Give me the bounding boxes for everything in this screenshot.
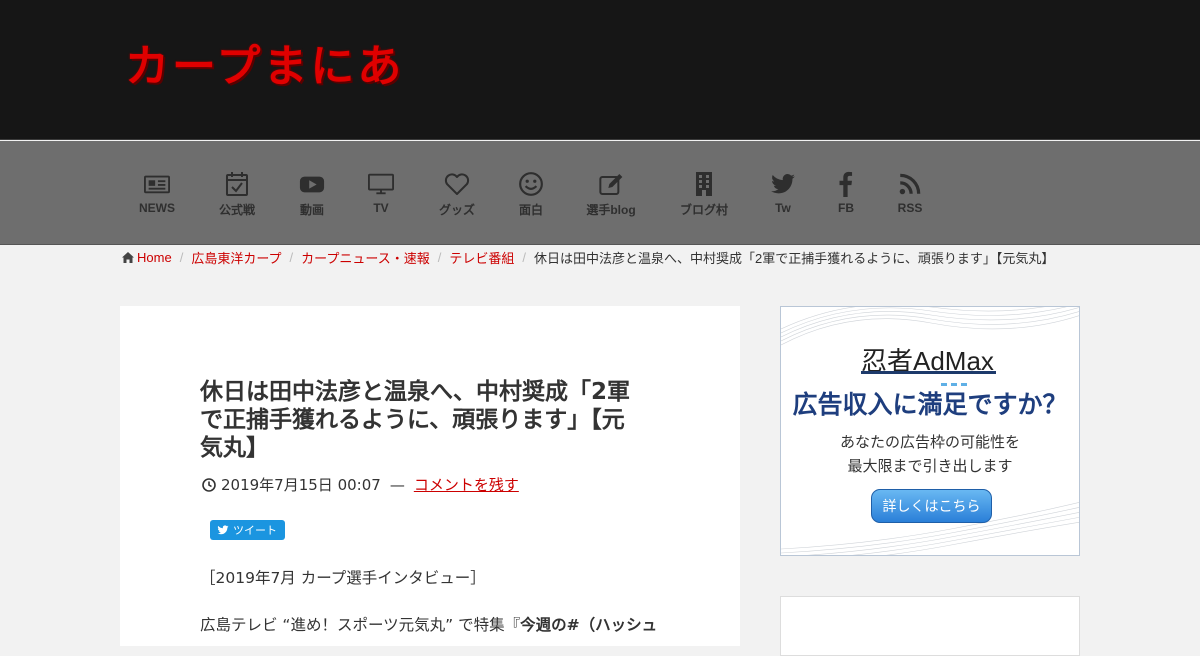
comment-link[interactable]: コメントを残す [414, 474, 519, 495]
nav-label: 公式戦 [218, 203, 256, 217]
sidebar-widget [780, 596, 1080, 656]
post-body-line: ［2019年7月 カープ選手インタビュー］ [200, 569, 486, 587]
newspaper-icon [144, 175, 170, 194]
post-title-line: 気丸】 [200, 435, 269, 461]
nav-item-tv[interactable]: TV [368, 171, 394, 215]
breadcrumb-item[interactable]: 広島東洋カープ [191, 248, 281, 267]
breadcrumb: Home / 広島東洋カープ / カープニュース・速報 / テレビ番組 / 休日… [122, 248, 1054, 266]
home-icon [122, 251, 134, 263]
breadcrumb-separator: / [522, 249, 527, 265]
post-date: 2019年7月15日 00:07 [221, 476, 381, 494]
ad-subtext: あなたの広告枠の可能性を [839, 433, 1020, 451]
nav-item-funny[interactable]: 面白 [518, 171, 544, 218]
post-meta: 2019年7月15日 00:07 — コメントを残す [202, 474, 519, 495]
site-logo[interactable]: カープまにあ [125, 30, 404, 94]
nav-item-facebook[interactable]: FB [833, 171, 859, 215]
youtube-icon [299, 176, 325, 193]
nav-item-rss[interactable]: RSS [897, 171, 923, 215]
tv-icon [368, 173, 394, 195]
post-title-line: で正捕手獲れるように、頑張ります」【元 [200, 407, 625, 433]
nav-label: Tw [775, 201, 791, 215]
nav-label: 選手blog [586, 203, 636, 217]
post-body-text: 広島テレビ “進め！スポーツ元気丸” で特集『 [200, 616, 521, 634]
main-nav: NEWS 公式戦 動画 TV グッズ 面白 選手blog ブログ村 Tw FB … [0, 141, 1200, 245]
nav-item-video[interactable]: 動画 [299, 171, 325, 218]
nav-label: ブログ村 [679, 203, 729, 217]
tweet-label: ツイート [233, 525, 277, 537]
site-header: カープまにあ [0, 0, 1200, 140]
ad-headline: 広告収入に満足ですか？ [792, 390, 1068, 419]
building-icon [695, 172, 712, 196]
ad-details-button[interactable]: 詳しくはこちら [871, 489, 992, 523]
ad-logo-underline [861, 371, 996, 374]
facebook-icon [839, 171, 853, 197]
breadcrumb-home[interactable]: Home [122, 250, 172, 265]
breadcrumb-separator: / [437, 249, 442, 265]
nav-label: グッズ [438, 203, 476, 217]
nav-label: FB [838, 201, 854, 215]
clock-icon [202, 477, 216, 492]
article-card: 休日は田中法彦と温泉へ、中村奨成「2軍 で正捕手獲れるように、頑張ります」【元 … [120, 306, 740, 646]
nav-label: 面白 [518, 203, 543, 217]
nav-item-official-games[interactable]: 公式戦 [219, 171, 255, 218]
ad-subtext: 最大限まで引き出します [847, 457, 1013, 475]
heart-icon [444, 173, 470, 195]
nav-item-player-blog[interactable]: 選手blog [586, 171, 636, 218]
nav-item-blog-village[interactable]: ブログ村 [680, 171, 728, 218]
rss-icon [899, 173, 921, 195]
twitter-icon [771, 174, 795, 194]
twitter-icon [217, 525, 229, 535]
nav-item-goods[interactable]: グッズ [439, 171, 475, 218]
nav-label: RSS [897, 201, 923, 215]
post-body-line: 広島テレビ “進め！スポーツ元気丸” で特集『今週の#（ハッシュ [200, 613, 657, 635]
nav-label: TV [373, 201, 389, 215]
breadcrumb-home-label: Home [137, 249, 172, 265]
breadcrumb-item[interactable]: カープニュース・速報 [301, 248, 430, 267]
post-title-line: 休日は田中法彦と温泉へ、中村奨成「2軍 [200, 379, 631, 405]
nav-item-twitter[interactable]: Tw [770, 171, 796, 215]
breadcrumb-current: 休日は田中法彦と温泉へ、中村奨成「2軍で正捕手獲れるように、頑張ります」【元気丸… [534, 250, 1055, 266]
breadcrumb-item[interactable]: テレビ番組 [449, 248, 514, 267]
breadcrumb-separator: / [289, 249, 294, 265]
post-title: 休日は田中法彦と温泉へ、中村奨成「2軍 で正捕手獲れるように、頑張ります」【元 … [200, 378, 650, 462]
nav-item-news[interactable]: NEWS [139, 171, 175, 215]
calendar-check-icon [225, 172, 248, 196]
meta-separator: — [389, 475, 405, 494]
nav-label: 動画 [299, 203, 324, 217]
post-body-bold: 今週の#（ハッシュ [520, 616, 658, 634]
breadcrumb-separator: / [179, 249, 184, 265]
sidebar-ad[interactable]: 忍者AdMax 広告収入に満足ですか？ あなたの広告枠の可能性を 最大限まで引き… [780, 306, 1080, 556]
nav-label: NEWS [139, 201, 175, 215]
smile-icon [519, 172, 543, 196]
tweet-button[interactable]: ツイート [210, 520, 285, 540]
edit-icon [598, 174, 622, 195]
